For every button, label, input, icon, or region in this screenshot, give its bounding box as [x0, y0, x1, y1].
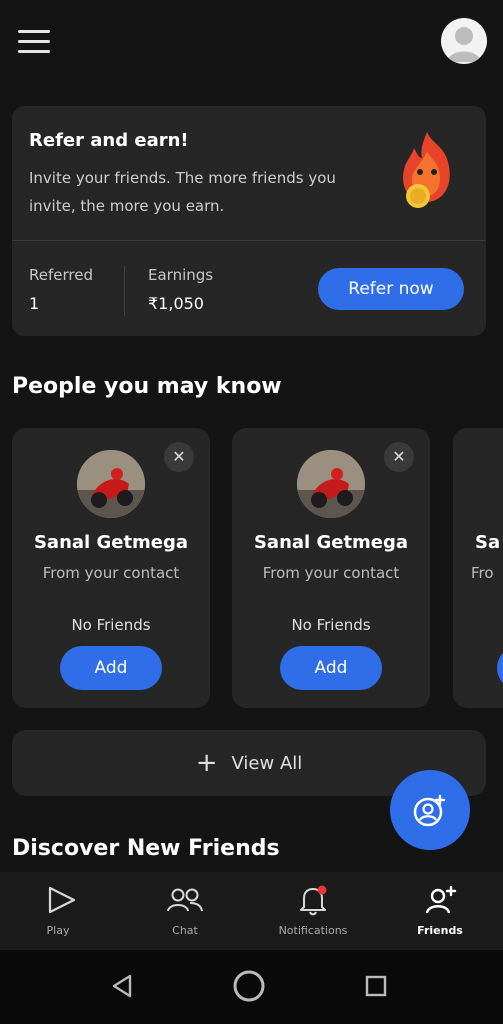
stats-divider — [124, 266, 125, 316]
add-friend-button[interactable]: Add — [60, 646, 162, 690]
add-friend-fab[interactable] — [390, 770, 470, 850]
top-bar — [0, 0, 503, 90]
tab-label: Chat — [172, 924, 198, 937]
tab-notifications[interactable]: Notifications — [258, 872, 368, 950]
person-card: ✕ Sanal Getmega From your contact No Fri… — [232, 428, 430, 708]
add-friend-icon — [425, 885, 457, 914]
add-friend-icon — [413, 794, 446, 827]
fire-mascot-icon — [396, 128, 458, 214]
person-name: Sanal Getmega — [33, 532, 189, 553]
refer-title: Refer and earn! — [29, 130, 189, 151]
person-card: ✕ Sanal Getmega From your contact No Fri… — [12, 428, 210, 708]
tab-label: Play — [46, 924, 70, 937]
refer-now-button[interactable]: Refer now — [318, 268, 464, 310]
tab-label: Friends — [417, 924, 463, 937]
hamburger-menu-icon[interactable] — [18, 30, 50, 54]
refer-and-earn-card: Refer and earn! Invite your friends. The… — [12, 106, 486, 336]
bottom-tab-bar: Play Chat Notifications Friends — [0, 872, 503, 950]
person-friends-count: No Friends — [71, 616, 151, 634]
person-card-partial: Sa Fro — [453, 428, 503, 708]
person-name: Sanal Getmega — [253, 532, 409, 553]
chat-people-icon — [167, 888, 203, 912]
person-avatar — [77, 450, 145, 518]
refer-description: Invite your friends. The more friends yo… — [29, 169, 336, 215]
earnings-label: Earnings — [148, 266, 214, 284]
refer-divider — [12, 240, 486, 241]
view-all-label: View All — [231, 752, 303, 774]
tab-play[interactable]: Play — [3, 872, 113, 950]
people-carousel[interactable]: ✕ Sanal Getmega From your contact No Fri… — [12, 428, 503, 710]
recents-icon[interactable] — [356, 968, 396, 1004]
bell-icon — [300, 885, 327, 916]
person-source: Fro — [471, 564, 494, 582]
referred-value: 1 — [29, 294, 40, 313]
system-navigation-bar — [0, 950, 503, 1024]
tab-label: Notifications — [278, 924, 348, 937]
back-icon[interactable] — [102, 968, 142, 1004]
person-avatar — [297, 450, 365, 518]
discover-section-title: Discover New Friends — [12, 836, 280, 861]
play-icon — [48, 886, 76, 914]
referred-label: Referred — [29, 266, 93, 284]
add-friend-button[interactable] — [497, 646, 503, 690]
tab-chat[interactable]: Chat — [130, 872, 240, 950]
earnings-value: ₹1,050 — [148, 294, 204, 313]
home-icon[interactable] — [229, 968, 269, 1004]
tab-friends[interactable]: Friends — [385, 872, 495, 950]
person-source: From your contact — [262, 564, 400, 582]
dismiss-close-icon[interactable]: ✕ — [384, 442, 414, 472]
dismiss-close-icon[interactable]: ✕ — [164, 442, 194, 472]
people-section-title: People you may know — [12, 374, 282, 399]
user-avatar-icon[interactable] — [441, 18, 487, 64]
person-source: From your contact — [42, 564, 180, 582]
person-friends-count: No Friends — [291, 616, 371, 634]
add-friend-button[interactable]: Add — [280, 646, 382, 690]
person-name: Sa — [475, 532, 501, 553]
plus-icon: + — [195, 748, 218, 778]
